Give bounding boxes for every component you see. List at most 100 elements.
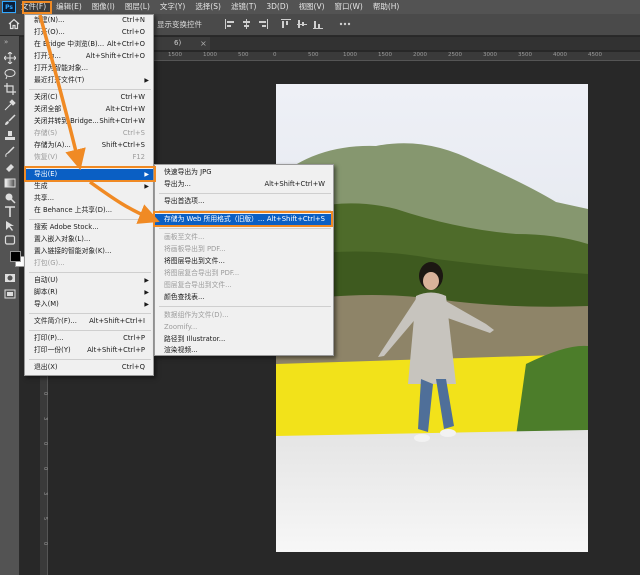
menu-separator xyxy=(159,228,331,229)
export-layers-to-files[interactable]: 将图层导出到文件... xyxy=(155,256,333,267)
file-menu-open-as[interactable]: 打开为... Alt+Shift+Ctrl+O xyxy=(25,51,153,62)
file-menu-place-linked[interactable]: 置入链接的智能对象(K)... xyxy=(25,246,153,257)
stamp-tool-icon[interactable] xyxy=(3,130,17,142)
menu-image[interactable]: 图像(I) xyxy=(87,0,120,14)
menu-edit[interactable]: 编辑(E) xyxy=(51,0,87,14)
gradient-tool-icon[interactable] xyxy=(3,177,17,189)
menu-item-label: 共享... xyxy=(34,194,55,202)
document-tab[interactable]: 6) × xyxy=(150,37,210,50)
export-paths-to-illustrator[interactable]: 路径到 Illustrator... xyxy=(155,334,333,345)
brush-tool-icon[interactable] xyxy=(3,114,17,126)
file-menu-browse-bridge[interactable]: 在 Bridge 中浏览(B)... Alt+Ctrl+O xyxy=(25,39,153,50)
menu-filter[interactable]: 滤镜(T) xyxy=(226,0,261,14)
eyedropper-tool-icon[interactable] xyxy=(3,99,17,111)
ruler-tick-label: 0 xyxy=(42,542,48,546)
menu-item-label: 在 Bridge 中浏览(B)... xyxy=(34,40,105,48)
close-tab-icon[interactable]: × xyxy=(200,37,207,50)
export-artboards-to-files[interactable]: 画板至文件... xyxy=(155,232,333,243)
export-artboards-to-pdf[interactable]: 将画板导出到 PDF... xyxy=(155,244,333,255)
export-zoomify[interactable]: Zoomify... xyxy=(155,322,333,333)
export-layer-comps-to-files[interactable]: 图层复合导出到文件... xyxy=(155,280,333,291)
menu-item-shortcut: Alt+Ctrl+O xyxy=(106,40,145,48)
file-menu-print-one-copy[interactable]: 打印一份(Y) Alt+Shift+Ctrl+P xyxy=(25,345,153,356)
move-tool-icon[interactable] xyxy=(3,52,17,64)
screen-mode-icon[interactable] xyxy=(3,288,17,300)
panel-grip-icon[interactable]: » xyxy=(4,38,8,46)
menu-item-shortcut: Alt+Ctrl+W xyxy=(105,105,145,113)
menu-item-label: 关闭全部 xyxy=(34,105,62,113)
file-menu-close[interactable]: 关闭(C) Ctrl+W xyxy=(25,92,153,103)
file-menu-scripts[interactable]: 脚本(R) ▶ xyxy=(25,287,153,298)
menu-help[interactable]: 帮助(H) xyxy=(368,0,405,14)
file-menu-import[interactable]: 导入(M) ▶ xyxy=(25,299,153,310)
dodge-tool-icon[interactable] xyxy=(3,192,17,204)
ruler-tick-label: 5 xyxy=(42,517,48,521)
photoshop-logo[interactable]: Ps xyxy=(2,1,16,13)
path-selection-tool-icon[interactable] xyxy=(3,220,17,232)
menu-item-label: 图层复合导出到文件... xyxy=(164,281,232,289)
file-menu-package[interactable]: 打包(G)... xyxy=(25,258,153,269)
file-menu-generate[interactable]: 生成 ▶ xyxy=(25,181,153,192)
quick-mask-icon[interactable] xyxy=(3,272,17,284)
ruler-tick-label: 2000 xyxy=(413,52,427,58)
file-menu-search-stock[interactable]: 搜索 Adobe Stock... xyxy=(25,222,153,233)
menu-item-label: 文件简介(F)... xyxy=(34,317,77,325)
align-icons[interactable] xyxy=(225,19,375,31)
submenu-arrow-icon: ▶ xyxy=(144,289,149,296)
menu-view[interactable]: 视图(V) xyxy=(294,0,330,14)
export-render-video[interactable]: 渲染视频... xyxy=(155,345,333,356)
menu-layer[interactable]: 图层(L) xyxy=(120,0,155,14)
menu-item-shortcut: F12 xyxy=(132,153,145,161)
menu-item-shortcut: Alt+Shift+Ctrl+I xyxy=(89,317,145,325)
file-menu-save-as[interactable]: 存储为(A)... Shift+Ctrl+S xyxy=(25,140,153,151)
file-menu-automate[interactable]: 自动(U) ▶ xyxy=(25,275,153,286)
file-menu-share[interactable]: 共享... xyxy=(25,193,153,204)
history-brush-tool-icon[interactable] xyxy=(3,146,17,158)
menu-item-label: 画板至文件... xyxy=(164,233,205,241)
menu-item-label: 将画板导出到 PDF... xyxy=(164,245,226,253)
foreground-color-swatch[interactable] xyxy=(10,251,21,262)
menu-item-label: 打印一份(Y) xyxy=(34,346,71,354)
lasso-tool-icon[interactable] xyxy=(3,68,17,80)
file-menu-close-all[interactable]: 关闭全部 Alt+Ctrl+W xyxy=(25,104,153,115)
file-menu-file-info[interactable]: 文件简介(F)... Alt+Shift+Ctrl+I xyxy=(25,316,153,327)
file-menu-new[interactable]: 新建(N)... Ctrl+N xyxy=(25,15,153,26)
menu-item-label: 打开(O)... xyxy=(34,28,65,36)
file-menu-place-embedded[interactable]: 置入嵌入对象(L)... xyxy=(25,234,153,245)
export-data-sets-as-files[interactable]: 数据组作为文件(D)... xyxy=(155,310,333,321)
file-menu-print[interactable]: 打印(P)... Ctrl+P xyxy=(25,333,153,344)
file-menu-save[interactable]: 存储(S) Ctrl+S xyxy=(25,128,153,139)
menu-window[interactable]: 窗口(W) xyxy=(330,0,368,14)
file-menu-recent-files[interactable]: 最近打开文件(T) ▶ xyxy=(25,75,153,86)
menu-item-label: 置入链接的智能对象(K)... xyxy=(34,247,112,255)
file-menu-close-go-bridge[interactable]: 关闭并转到 Bridge... Shift+Ctrl+W xyxy=(25,116,153,127)
export-quick-jpg[interactable]: 快速导出为 JPG xyxy=(155,167,333,178)
export-color-lookup-tables[interactable]: 颜色查找表... xyxy=(155,292,333,303)
file-menu-revert[interactable]: 恢复(V) F12 xyxy=(25,152,153,163)
ruler-tick-label: 0 xyxy=(42,467,48,471)
menu-3d[interactable]: 3D(D) xyxy=(261,0,293,14)
file-menu-exit[interactable]: 退出(X) Ctrl+Q xyxy=(25,362,153,373)
menu-item-label: 打开为... xyxy=(34,52,61,60)
rectangle-tool-icon[interactable] xyxy=(3,234,17,246)
menu-separator xyxy=(29,272,151,273)
type-tool-icon[interactable] xyxy=(3,206,17,218)
eraser-tool-icon[interactable] xyxy=(3,161,17,173)
crop-tool-icon[interactable] xyxy=(3,83,17,95)
submenu-arrow-icon: ▶ xyxy=(144,77,149,84)
menu-bar: Ps 文件(F) 编辑(E) 图像(I) 图层(L) 文字(Y) 选择(S) 滤… xyxy=(0,0,640,14)
file-menu-open-smart-object[interactable]: 打开为智能对象... xyxy=(25,63,153,74)
menu-item-label: 在 Behance 上共享(D)... xyxy=(34,206,113,214)
file-menu-share-behance[interactable]: 在 Behance 上共享(D)... xyxy=(25,205,153,216)
export-layer-comps-to-pdf[interactable]: 将图层复合导出到 PDF... xyxy=(155,268,333,279)
menu-separator xyxy=(29,89,151,90)
menu-type[interactable]: 文字(Y) xyxy=(155,0,190,14)
ruler-tick-label: 3500 xyxy=(518,52,532,58)
export-preferences[interactable]: 导出首选项... xyxy=(155,196,333,207)
file-menu-open[interactable]: 打开(O)... Ctrl+O xyxy=(25,27,153,38)
export-as[interactable]: 导出为... Alt+Shift+Ctrl+W xyxy=(155,179,333,190)
menu-select[interactable]: 选择(S) xyxy=(190,0,226,14)
menu-item-label: 将图层导出到文件... xyxy=(164,257,225,265)
menu-item-label: 打开为智能对象... xyxy=(34,64,89,72)
home-icon[interactable] xyxy=(8,18,20,30)
